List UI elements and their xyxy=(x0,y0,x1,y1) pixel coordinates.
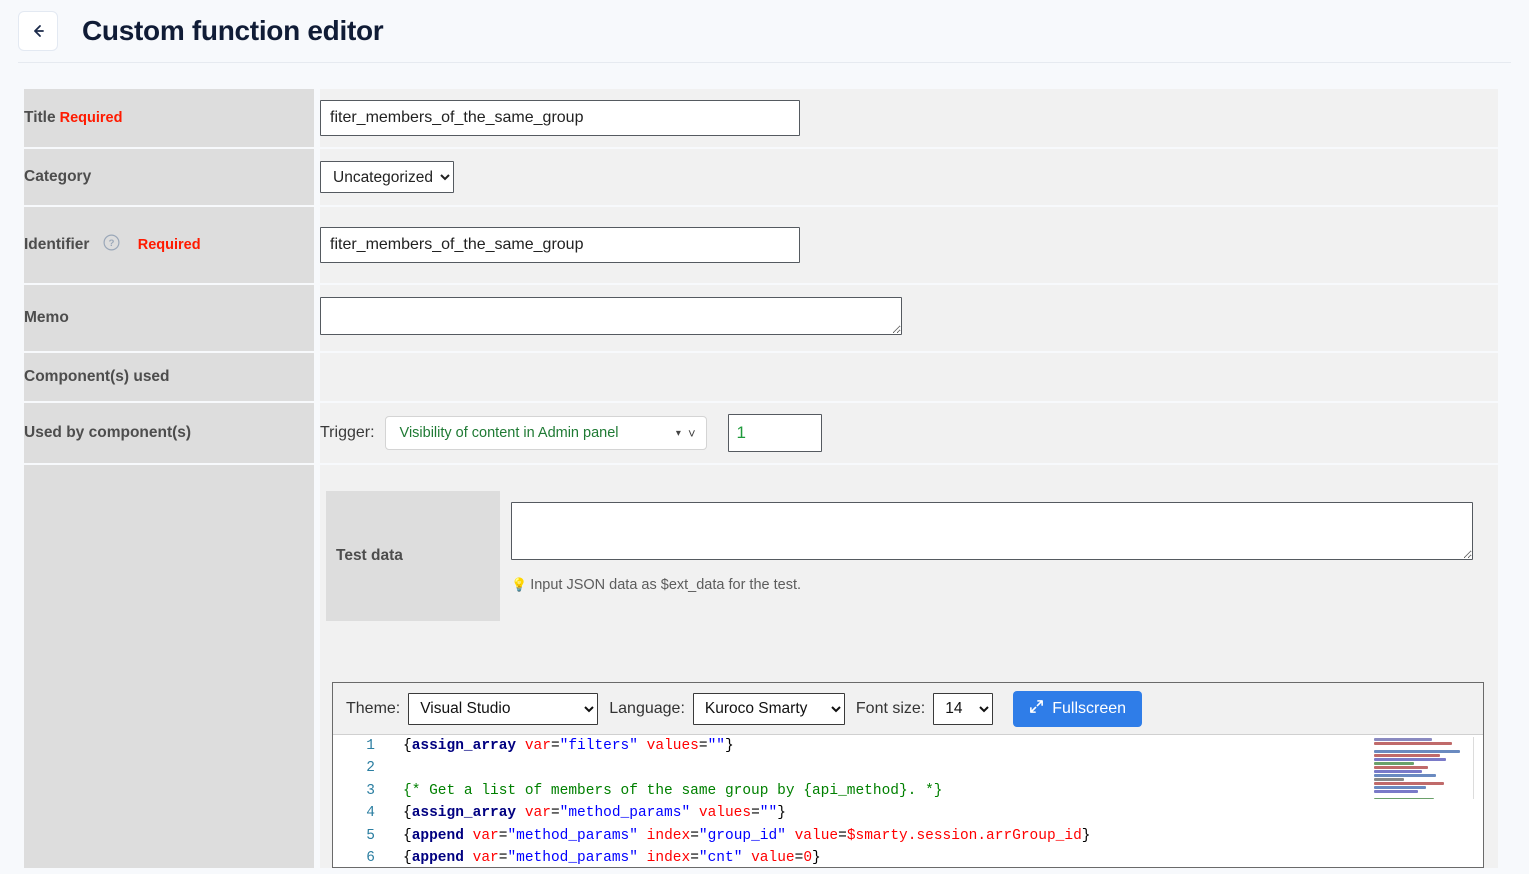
lightbulb-icon: 💡 xyxy=(511,577,528,592)
minimap-line xyxy=(1374,790,1418,793)
title-input[interactable] xyxy=(320,100,800,136)
minimap-line xyxy=(1374,758,1446,761)
test-data-right: 💡 Input JSON data as $ext_data for the te… xyxy=(500,491,1498,621)
label-used-by-components: Used by component(s) xyxy=(24,403,320,463)
label-title: Title Required xyxy=(24,89,320,147)
code-line: 4 {assign_array var="method_params" value… xyxy=(333,802,1483,824)
svg-text:?: ? xyxy=(108,238,114,249)
code-text: {assign_array var="method_params" values… xyxy=(403,805,786,822)
form-row-used-by-components: Used by component(s) Trigger: Visibility… xyxy=(24,403,1498,463)
minimap-line xyxy=(1374,766,1428,769)
trigger-label: Trigger: xyxy=(320,424,375,441)
value-memo xyxy=(320,285,1498,351)
line-number: 2 xyxy=(366,760,375,777)
minimap-line xyxy=(1374,742,1452,745)
label-title-text: Title xyxy=(24,109,56,126)
code-text: {* Get a list of members of the same gro… xyxy=(403,782,943,799)
fullscreen-button[interactable]: Fullscreen xyxy=(1013,690,1143,727)
label-category: Category xyxy=(24,149,320,205)
minimap-line xyxy=(1374,774,1436,777)
trigger-row: Trigger: Visibility of content in Admin … xyxy=(320,414,1498,452)
title-required-badge: Required xyxy=(59,110,123,126)
minimap-line xyxy=(1374,778,1404,781)
language-select[interactable]: Kuroco Smarty xyxy=(692,692,845,725)
fontsize-label: Font size: xyxy=(855,699,926,717)
custom-function-form: TitleRequired Category Uncategorized Ide… xyxy=(24,87,1498,870)
test-data-textarea[interactable] xyxy=(511,502,1473,560)
code-line: 3 {* Get a list of members of the same gr… xyxy=(333,780,1483,802)
value-components-used xyxy=(320,353,1498,401)
arrow-left-icon xyxy=(29,22,47,40)
minimap[interactable] xyxy=(1370,737,1474,799)
label-identifier: Identifier ? Required xyxy=(24,207,320,283)
form-row-editor: Test data 💡 Input JSON data as $ext_data … xyxy=(24,465,1498,868)
identifier-input[interactable] xyxy=(320,227,800,263)
back-button[interactable] xyxy=(18,11,58,51)
line-number: 6 xyxy=(366,849,375,866)
value-used-by-components: Trigger: Visibility of content in Admin … xyxy=(320,403,1498,463)
minimap-line xyxy=(1374,782,1444,785)
value-identifier xyxy=(320,207,1498,283)
chevron-down-icon: ˅ xyxy=(687,425,696,441)
form-row-title: Title Required xyxy=(24,89,1498,147)
code-line: 2 xyxy=(333,757,1483,779)
form-row-category: Category Uncategorized xyxy=(24,149,1498,205)
form-row-memo: Memo xyxy=(24,285,1498,351)
theme-select[interactable]: Visual Studio xyxy=(408,692,599,725)
code-editor-body[interactable]: 1 {assign_array var="filters" values=""} 2… xyxy=(333,735,1483,867)
code-line: 5 {append var="method_params" index="grou… xyxy=(333,825,1483,847)
page-title: Custom function editor xyxy=(82,15,384,46)
form-row-components-used: Component(s) used xyxy=(24,353,1498,401)
minimap-line xyxy=(1374,754,1440,757)
code-line: 1 {assign_array var="filters" values=""} xyxy=(333,735,1483,757)
fontsize-select[interactable]: 14 xyxy=(933,692,994,725)
code-editor-panel: Theme: Visual Studio Language: Kuroco Sm… xyxy=(332,682,1484,868)
fullscreen-label: Fullscreen xyxy=(1052,699,1127,717)
label-editor-spacer xyxy=(24,465,320,868)
label-memo: Memo xyxy=(24,285,320,351)
identifier-required-badge: Required xyxy=(137,237,201,253)
form-row-identifier: Identifier ? Required xyxy=(24,207,1498,283)
trigger-select[interactable]: Visibility of content in Admin panel ▾ ˅ xyxy=(384,416,707,450)
editor-area: Test data 💡 Input JSON data as $ext_data … xyxy=(320,465,1498,868)
value-editor: Test data 💡 Input JSON data as $ext_data … xyxy=(320,465,1498,868)
line-number: 5 xyxy=(366,827,375,844)
minimap-line xyxy=(1374,786,1426,789)
code-editor-toolbar: Theme: Visual Studio Language: Kuroco Sm… xyxy=(333,683,1483,735)
test-data-row: Test data 💡 Input JSON data as $ext_data … xyxy=(326,491,1498,621)
memo-textarea[interactable] xyxy=(320,296,902,335)
minimap-line xyxy=(1374,738,1432,741)
minimap-line xyxy=(1374,762,1414,765)
expand-arrows-icon xyxy=(1029,699,1044,719)
code-text: {append var="method_params" index="group… xyxy=(403,827,1091,844)
line-number: 1 xyxy=(366,738,375,754)
label-identifier-text: Identifier xyxy=(24,236,90,253)
trigger-order-input[interactable] xyxy=(727,414,822,452)
test-data-hint: 💡 Input JSON data as $ext_data for the te… xyxy=(511,577,1498,593)
value-category: Uncategorized xyxy=(320,149,1498,205)
minimap-line xyxy=(1374,750,1460,753)
language-label: Language: xyxy=(609,699,685,717)
code-text: {assign_array var="filters" values=""} xyxy=(403,738,734,754)
code-lines[interactable]: 1 {assign_array var="filters" values=""} 2… xyxy=(333,735,1483,867)
minimap-line xyxy=(1374,798,1434,799)
code-line: 6 {append var="method_params" index="cnt"… xyxy=(333,847,1483,867)
trigger-selected-value: Visibility of content in Admin panel xyxy=(399,425,619,441)
question-circle-icon[interactable]: ? xyxy=(103,234,120,256)
label-components-used: Component(s) used xyxy=(24,353,320,401)
caret-down-icon: ▾ xyxy=(675,427,681,439)
header-divider xyxy=(18,62,1511,63)
value-title xyxy=(320,89,1498,147)
line-number: 3 xyxy=(366,782,375,799)
category-select[interactable]: Uncategorized xyxy=(320,161,454,193)
minimap-line xyxy=(1374,770,1422,773)
test-data-label: Test data xyxy=(326,491,500,621)
theme-label: Theme: xyxy=(346,699,401,717)
line-number: 4 xyxy=(366,805,375,822)
test-data-hint-text: Input JSON data as $ext_data for the tes… xyxy=(530,577,802,593)
page-header: Custom function editor xyxy=(0,0,1529,62)
code-text: {append var="method_params" index="cnt" … xyxy=(403,849,821,866)
